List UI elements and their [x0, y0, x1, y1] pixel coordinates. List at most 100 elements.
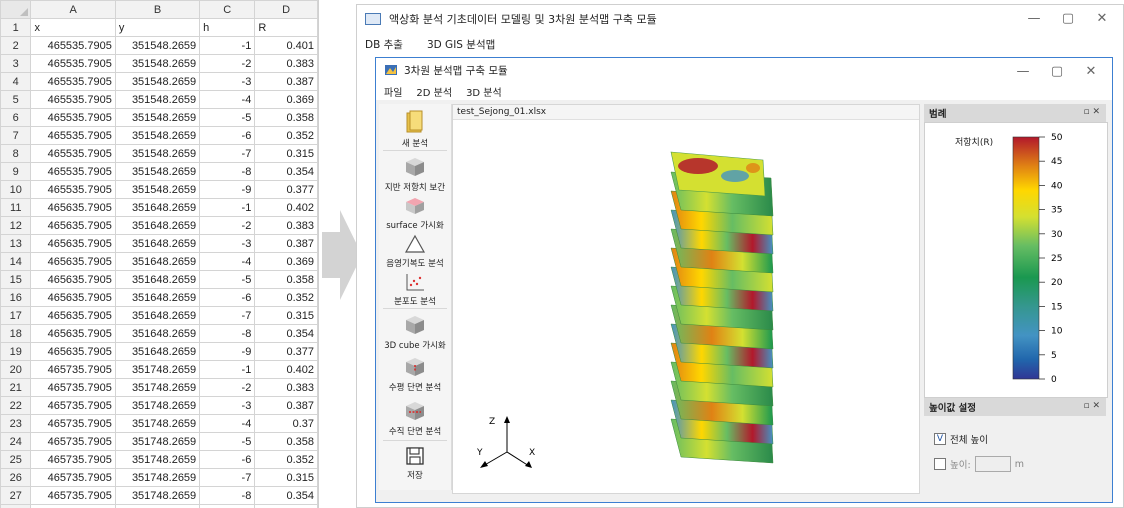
table-cell[interactable]: 0.369 [254, 252, 318, 271]
new-analysis-button[interactable]: 새 분석 [379, 110, 451, 149]
table-cell[interactable]: 351548.2659 [114, 36, 201, 55]
table-cell[interactable]: x [30, 18, 116, 37]
row-number[interactable]: 12 [0, 216, 32, 235]
save-button[interactable]: 저장 [379, 446, 451, 481]
table-cell[interactable]: -2 [199, 54, 256, 73]
table-cell[interactable]: 0.387 [254, 396, 318, 415]
row-number[interactable]: 27 [0, 486, 32, 505]
table-cell[interactable]: 465635.7905 [30, 342, 116, 361]
table-cell[interactable]: 465635.7905 [30, 288, 116, 307]
menu-file[interactable]: 파일 [384, 84, 402, 99]
all-height-checkbox[interactable]: V [934, 433, 946, 445]
hillshade-analysis-button[interactable]: 음영기복도 분석 [379, 234, 451, 269]
row-number[interactable]: 22 [0, 396, 32, 415]
table-cell[interactable]: 351648.2659 [114, 288, 201, 307]
height-checkbox[interactable] [934, 458, 946, 470]
row-number[interactable]: 2 [0, 36, 32, 55]
table-cell[interactable]: 0.369 [254, 90, 318, 109]
row-number[interactable]: 8 [0, 144, 32, 163]
table-cell[interactable]: 465535.7905 [30, 126, 116, 145]
height-panel-controls[interactable]: ▫ ✕ [1083, 401, 1100, 411]
column-header-a[interactable]: A [30, 0, 116, 19]
close-icon[interactable]: ✕ [1085, 5, 1119, 31]
table-cell[interactable]: -4 [199, 90, 256, 109]
table-cell[interactable]: 0.387 [254, 234, 318, 253]
row-number[interactable]: 26 [0, 468, 32, 487]
menu-3d-gis[interactable]: 3D GIS 분석맵 [427, 37, 495, 52]
table-cell[interactable]: 351648.2659 [114, 324, 201, 343]
table-cell[interactable]: 465635.7905 [30, 216, 116, 235]
table-cell[interactable]: -5 [199, 432, 256, 451]
table-cell[interactable]: 465735.7905 [30, 378, 116, 397]
surface-visualize-button[interactable]: surface 가시화 [379, 196, 451, 231]
module-restore-icon[interactable]: ▢ [1040, 58, 1074, 84]
row-number[interactable]: 21 [0, 378, 32, 397]
table-cell[interactable]: 465635.7905 [30, 270, 116, 289]
table-cell[interactable]: 0.358 [254, 108, 318, 127]
table-cell[interactable]: -7 [199, 144, 256, 163]
table-cell[interactable]: 0.402 [254, 198, 318, 217]
table-cell[interactable]: -5 [199, 108, 256, 127]
table-cell[interactable]: 351748.2659 [114, 486, 201, 505]
table-cell[interactable]: -6 [199, 126, 256, 145]
table-cell[interactable]: -8 [199, 324, 256, 343]
table-cell[interactable]: -5 [199, 270, 256, 289]
table-cell[interactable]: 0.387 [254, 72, 318, 91]
all-height-option[interactable]: V 전체 높이 [934, 432, 988, 446]
row-number[interactable]: 14 [0, 252, 32, 271]
table-cell[interactable]: 351548.2659 [114, 162, 201, 181]
table-cell[interactable]: 351648.2659 [114, 342, 201, 361]
table-cell[interactable]: -4 [199, 414, 256, 433]
table-cell[interactable]: 0.358 [254, 432, 318, 451]
table-cell[interactable]: 465535.7905 [30, 90, 116, 109]
table-cell[interactable]: 465635.7905 [30, 324, 116, 343]
table-cell[interactable]: -1 [199, 198, 256, 217]
table-cell[interactable]: 465735.7905 [30, 396, 116, 415]
table-cell[interactable]: -6 [199, 288, 256, 307]
row-number[interactable]: 11 [0, 198, 32, 217]
table-cell[interactable]: 0.377 [254, 504, 318, 508]
table-cell[interactable]: 351748.2659 [114, 378, 201, 397]
table-cell[interactable]: 0.315 [254, 144, 318, 163]
table-cell[interactable]: -8 [199, 486, 256, 505]
table-cell[interactable]: 0.352 [254, 126, 318, 145]
table-cell[interactable]: 0.358 [254, 270, 318, 289]
row-number[interactable]: 4 [0, 72, 32, 91]
table-cell[interactable]: 351748.2659 [114, 450, 201, 469]
distribution-analysis-button[interactable]: 분포도 분석 [379, 272, 451, 307]
table-cell[interactable]: 0.383 [254, 378, 318, 397]
table-cell[interactable]: 465535.7905 [30, 54, 116, 73]
table-cell[interactable]: 465535.7905 [30, 36, 116, 55]
table-cell[interactable]: 351648.2659 [114, 252, 201, 271]
legend-panel-controls[interactable]: ▫ ✕ [1083, 107, 1100, 117]
table-cell[interactable]: y [114, 18, 201, 37]
row-number[interactable]: 1 [0, 18, 32, 37]
row-number[interactable]: 18 [0, 324, 32, 343]
table-cell[interactable]: 465535.7905 [30, 144, 116, 163]
table-cell[interactable]: 465635.7905 [30, 198, 116, 217]
table-cell[interactable]: -2 [199, 216, 256, 235]
table-cell[interactable]: -9 [199, 342, 256, 361]
table-cell[interactable]: 0.315 [254, 306, 318, 325]
table-cell[interactable]: 0.352 [254, 288, 318, 307]
table-cell[interactable]: -7 [199, 468, 256, 487]
table-cell[interactable]: -3 [199, 396, 256, 415]
menu-3d-analysis[interactable]: 3D 분석 [466, 84, 502, 99]
table-cell[interactable]: 465635.7905 [30, 306, 116, 325]
table-cell[interactable]: 0.37 [254, 414, 318, 433]
table-cell[interactable]: 351748.2659 [114, 396, 201, 415]
table-cell[interactable]: -3 [199, 72, 256, 91]
minimize-icon[interactable]: — [1017, 5, 1051, 31]
table-cell[interactable]: 351748.2659 [114, 504, 201, 508]
table-cell[interactable]: 0.401 [254, 36, 318, 55]
table-cell[interactable]: -9 [199, 504, 256, 508]
table-cell[interactable]: 465535.7905 [30, 180, 116, 199]
column-header-c[interactable]: C [199, 0, 256, 19]
table-cell[interactable]: 351748.2659 [114, 432, 201, 451]
table-cell[interactable]: 465735.7905 [30, 360, 116, 379]
table-cell[interactable]: 0.377 [254, 180, 318, 199]
menu-2d-analysis[interactable]: 2D 분석 [416, 84, 452, 99]
column-header-b[interactable]: B [114, 0, 201, 19]
select-all-corner[interactable] [0, 0, 32, 19]
table-cell[interactable]: -3 [199, 234, 256, 253]
